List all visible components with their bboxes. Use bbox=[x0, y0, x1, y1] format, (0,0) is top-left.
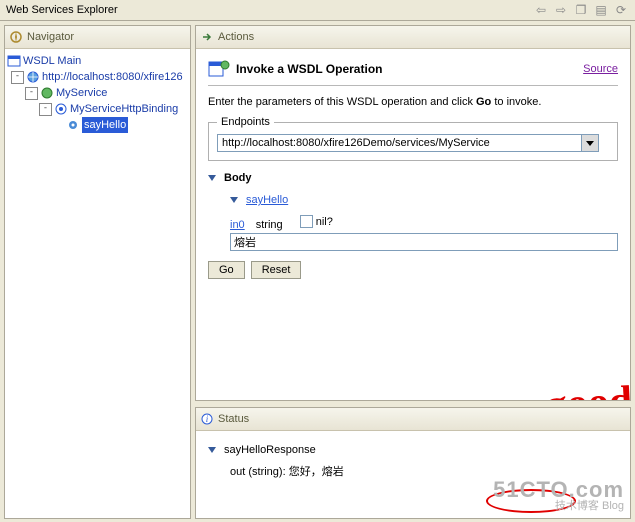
operation-title: Invoke a WSDL Operation bbox=[236, 62, 382, 76]
endpoints-legend: Endpoints bbox=[217, 116, 274, 128]
endpoint-value: http://localhost:8080/xfire126Demo/servi… bbox=[218, 135, 581, 151]
actions-panel: Actions Invoke a WSDL Operation Source E… bbox=[195, 25, 631, 401]
status-title: Status bbox=[218, 413, 249, 425]
response-row[interactable]: sayHelloResponse bbox=[208, 441, 618, 459]
tree-service[interactable]: - MyService bbox=[7, 85, 188, 101]
status-header: i Status bbox=[196, 408, 630, 431]
wsdl-icon bbox=[7, 54, 21, 68]
output-value: 您好，熔岩 bbox=[289, 466, 344, 478]
compass-icon bbox=[9, 30, 23, 44]
forward-icon[interactable]: ⇨ bbox=[553, 2, 569, 18]
response-name: sayHelloResponse bbox=[224, 444, 316, 456]
collapse-icon[interactable]: - bbox=[25, 87, 38, 100]
body-section-header[interactable]: Body bbox=[208, 169, 618, 187]
copy-icon[interactable]: ❐ bbox=[573, 2, 589, 18]
endpoints-fieldset: Endpoints http://localhost:8080/xfire126… bbox=[208, 116, 618, 161]
refresh-icon[interactable]: ⟳ bbox=[613, 2, 629, 18]
handwriting-annotation: good! bbox=[545, 376, 630, 400]
tree-root-label: WSDL Main bbox=[23, 53, 81, 69]
operation-row[interactable]: sayHello bbox=[230, 191, 618, 209]
tree-operation[interactable]: sayHello bbox=[7, 117, 188, 133]
chevron-down-icon bbox=[208, 447, 216, 453]
navigator-title: Navigator bbox=[27, 31, 74, 43]
info-icon: i bbox=[200, 412, 214, 426]
tree-url-label: http://localhost:8080/xfire126 bbox=[42, 69, 183, 85]
tree-root[interactable]: WSDL Main bbox=[7, 53, 188, 69]
tree-url[interactable]: - http://localhost:8080/xfire126 bbox=[7, 69, 188, 85]
chevron-down-icon bbox=[208, 175, 216, 181]
actions-title: Actions bbox=[218, 31, 254, 43]
divider bbox=[208, 85, 618, 86]
param-row: in0 string nil? bbox=[230, 215, 618, 231]
tree-service-label: MyService bbox=[56, 85, 107, 101]
operation-description: Enter the parameters of this WSDL operat… bbox=[208, 96, 618, 108]
tree-binding-label: MyServiceHttpBinding bbox=[70, 101, 178, 117]
tree-binding[interactable]: - MyServiceHttpBinding bbox=[7, 101, 188, 117]
collapse-icon[interactable]: - bbox=[11, 71, 24, 84]
action-arrow-icon bbox=[200, 30, 214, 44]
source-link[interactable]: Source bbox=[583, 63, 618, 75]
body-label: Body bbox=[224, 172, 252, 184]
chevron-down-icon bbox=[230, 197, 238, 203]
globe-icon bbox=[26, 70, 40, 84]
output-label: out (string): bbox=[230, 466, 286, 478]
nil-checkbox[interactable]: nil? bbox=[300, 215, 333, 228]
chevron-down-icon[interactable] bbox=[581, 135, 598, 151]
back-icon[interactable]: ⇦ bbox=[533, 2, 549, 18]
handdrawn-circle bbox=[486, 489, 576, 513]
watermark: 51CTO.com 技术博客 Blog bbox=[493, 479, 624, 512]
tree-operation-label: sayHello bbox=[82, 117, 128, 133]
param-type: string bbox=[256, 219, 283, 231]
go-button[interactable]: Go bbox=[208, 261, 245, 279]
title-bar: Web Services Explorer ⇦ ⇨ ❐ ▤ ⟳ bbox=[0, 0, 635, 21]
checkbox-icon bbox=[300, 215, 313, 228]
gear-icon bbox=[66, 118, 80, 132]
invoke-icon bbox=[208, 59, 230, 79]
collapse-icon[interactable]: - bbox=[39, 103, 52, 116]
binding-icon bbox=[54, 102, 68, 116]
param-name[interactable]: in0 bbox=[230, 219, 245, 231]
reset-button[interactable]: Reset bbox=[251, 261, 302, 279]
navigator-tree: WSDL Main - http://localhost:8080/xfire1… bbox=[5, 49, 190, 137]
operation-name[interactable]: sayHello bbox=[246, 194, 288, 206]
window-title: Web Services Explorer bbox=[6, 0, 118, 20]
service-icon bbox=[40, 86, 54, 100]
status-panel: i Status sayHelloResponse out (string): … bbox=[195, 407, 631, 519]
save-icon[interactable]: ▤ bbox=[593, 2, 609, 18]
output-line: out (string): 您好，熔岩 bbox=[230, 463, 618, 479]
endpoint-select[interactable]: http://localhost:8080/xfire126Demo/servi… bbox=[217, 134, 599, 152]
navigator-header: Navigator bbox=[5, 26, 190, 49]
param-input[interactable] bbox=[230, 233, 618, 251]
nil-label: nil? bbox=[316, 216, 333, 228]
actions-header: Actions bbox=[196, 26, 630, 49]
navigator-panel: Navigator WSDL Main - http://localhost:8… bbox=[4, 25, 191, 519]
